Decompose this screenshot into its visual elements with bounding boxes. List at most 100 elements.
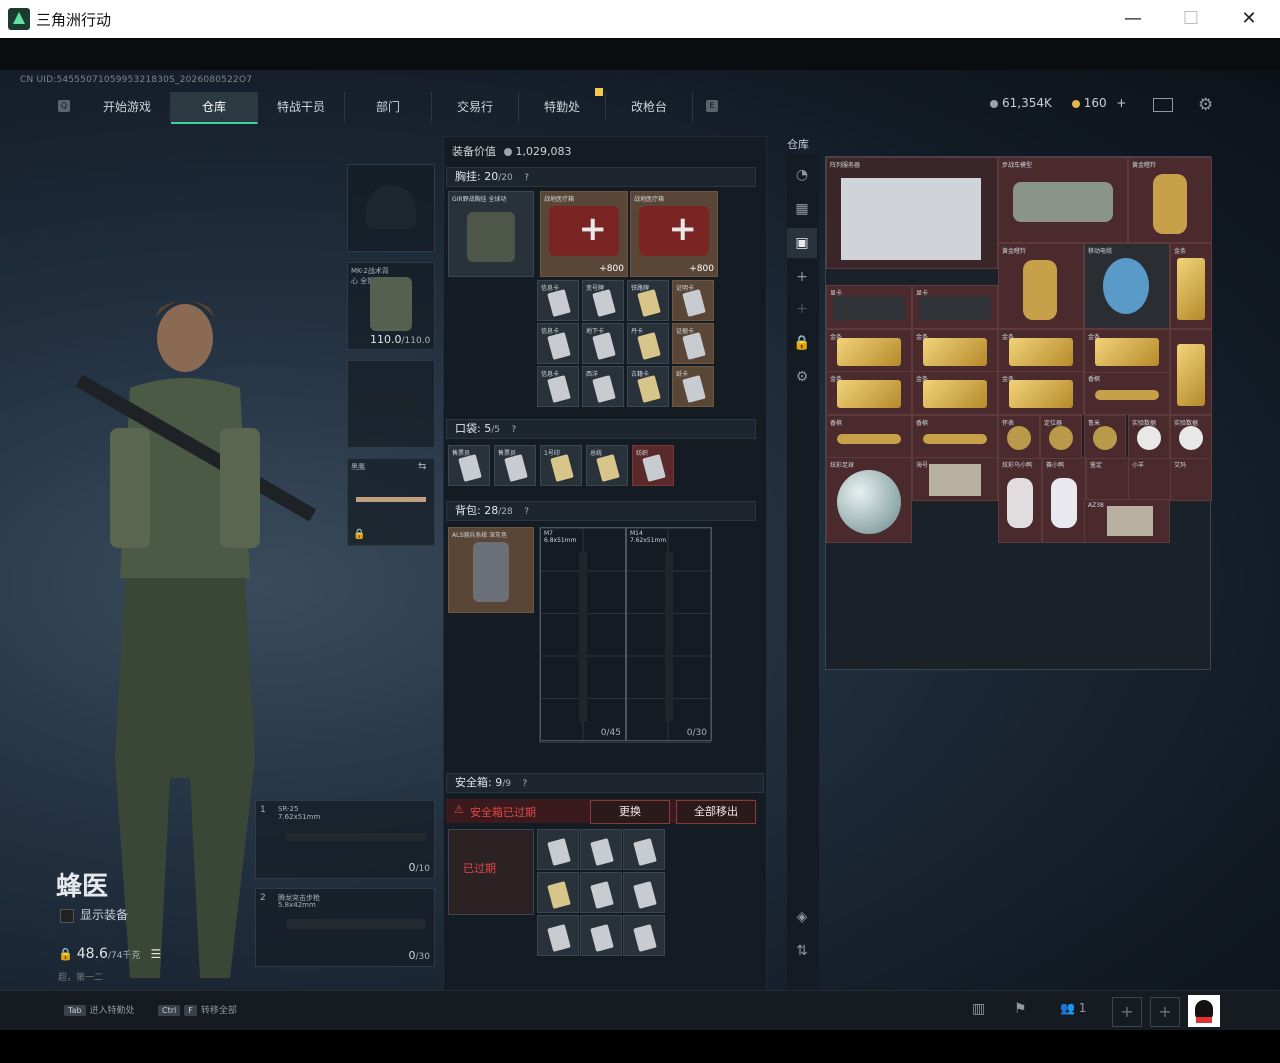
stash-item-duck-1[interactable]: 炫彩乌小鸭 [998,457,1042,543]
friends-icon[interactable]: 👥 1 [1060,1001,1086,1015]
stash-item-soccer-ball[interactable]: 炫彩足球 [826,457,912,543]
chest-card-item[interactable]: 铁路牌 [627,280,669,321]
chest-card-item[interactable]: 变号牌 [582,280,624,321]
add-teammate-button-1[interactable]: + [1112,997,1142,1027]
stash-item-server[interactable]: 阵列服务器 [826,157,998,269]
chest-card-item[interactable]: 信息卡 [537,323,579,364]
chest-rig-item[interactable]: GIR野战胸挂 全球功 [448,191,534,277]
settings-gear-icon[interactable]: ⚙ [1198,95,1213,115]
settings-icon[interactable]: ⚙ [787,362,817,392]
stash-item-appraisal[interactable]: 鉴定 [1086,457,1130,501]
hint-transfer-all[interactable]: Ctrl F 转移全部 [158,1003,237,1016]
move-all-button[interactable]: 全部移出 [676,800,756,824]
nav-prev-key[interactable]: Q [58,100,70,112]
stash-tab-1-icon[interactable]: ◔ [787,160,817,190]
stash-item-gold-bar[interactable]: 金条 [912,371,998,415]
stash-small-item[interactable]: 实验数据 [1128,415,1170,459]
add-teammate-button-2[interactable]: + [1150,997,1180,1027]
safebox-card-item[interactable] [580,872,622,913]
minimize-button[interactable]: — [1118,6,1148,32]
flag-icon[interactable]: ⚑ [1014,1001,1027,1017]
safebox-card-item[interactable] [623,829,665,870]
tab-market[interactable]: 交易行 [432,92,519,122]
chest-card-item[interactable]: 证明卡 [672,280,714,321]
stash-item-az38[interactable]: AZ38 [1084,499,1170,543]
stash-item-gpu-2[interactable]: 显卡 [912,285,998,329]
nav-next-key[interactable]: E [706,100,718,112]
stash-item-gold-gazelle-2[interactable]: 黄金瞪羚 [998,243,1084,329]
tab-special-ops[interactable]: 特勤处 [519,92,606,122]
safebox-card-item[interactable] [580,915,622,956]
chest-card-item[interactable]: 丹卡 [627,323,669,364]
backpack-item[interactable]: ALS骑兵系统 深灰色 [448,527,534,613]
checkbox-icon[interactable] [60,908,74,923]
safebox-card-item[interactable] [580,829,622,870]
safebox-item[interactable]: 已过期 [448,829,534,915]
stash-item-ifv-model[interactable]: 步战车模型 [998,157,1128,243]
tab-warehouse[interactable]: 仓库 [171,92,258,124]
chest-card-item[interactable]: 西洋 [582,366,624,407]
gun-m7-item[interactable]: M7 6.8x51mm 0/45 [540,527,626,741]
stash-item-gold-gazelle[interactable]: 黄金瞪羚 [1128,157,1212,243]
swap-icon[interactable]: ⇆ [418,461,426,472]
close-button[interactable]: ✕ [1234,6,1264,32]
lock-icon[interactable]: 🔒 [787,328,817,358]
hint-enter-special-ops[interactable]: Tab 进入特勤处 [64,1003,135,1016]
add-tab-icon-2[interactable]: + [787,294,817,324]
stash-item-gpu-1[interactable]: 显卡 [826,285,912,329]
stash-item-duck-2[interactable]: 赛小鸭 [1042,457,1086,543]
stash-item-lamb[interactable]: 小羊 [1128,457,1172,501]
safebox-card-item[interactable] [537,872,579,913]
stash-item-emma[interactable]: 艾玛 [1170,457,1212,501]
helmet-slot[interactable] [347,164,435,252]
gun-m14-item[interactable]: M14 7.62x51mm 0/30 [626,527,712,741]
pistol-slot[interactable] [347,360,435,448]
tab-start-game[interactable]: 开始游戏 [84,92,171,122]
armor-slot[interactable]: MK-2战术背心 全钢力 110.0/110.0 [347,262,435,350]
mail-icon[interactable] [1153,98,1173,112]
pocket-item[interactable]: 1号印 [540,445,582,486]
tab-gunsmith[interactable]: 改枪台 [606,92,693,122]
layers-icon[interactable]: ◈ [787,902,817,932]
chest-card-item[interactable]: 古籍卡 [627,366,669,407]
pocket-item[interactable]: 售票员 [494,445,536,486]
stash-tab-3-icon[interactable]: ▣ [787,228,817,258]
med-kit-item-1[interactable]: 战地医疗箱 +800 [540,191,628,277]
med-kit-item-2[interactable]: 战地医疗箱 +800 [630,191,718,277]
stash-small-item[interactable]: 定位器 [1040,415,1082,459]
stash-small-item[interactable]: 鲁米 [1084,415,1126,459]
pocket-item[interactable]: 售票员 [448,445,490,486]
safebox-card-item[interactable] [623,872,665,913]
show-equipment-toggle[interactable]: 显示装备 [60,906,128,923]
tab-operators[interactable]: 特战干员 [258,92,345,122]
stash-item-gold-bar[interactable]: 金条 [998,371,1084,415]
stash-item-champagne-2[interactable]: 香槟 [826,415,912,459]
stash-item-gold-bar[interactable]: 金条 [998,329,1084,373]
stash-item-map[interactable]: 海号 [912,457,998,501]
stash-item-cable-reel[interactable]: 移动电缆 [1084,243,1170,329]
add-currency-button[interactable]: + [1116,96,1126,110]
stash-item-gold-bar[interactable]: 金条 [912,329,998,373]
pocket-item[interactable]: 纺织 [632,445,674,486]
safebox-card-item[interactable] [623,915,665,956]
safebox-card-item[interactable] [537,829,579,870]
stash-item-gold-bar-tall-2[interactable] [1170,329,1212,415]
safebox-card-item[interactable] [537,915,579,956]
secondary-weapon-slot[interactable]: 2 腾龙突击步枪 5.8x42mm 0/30 [255,888,435,967]
chest-card-item[interactable]: 证据卡 [672,323,714,364]
list-icon[interactable]: ☰ [150,947,161,961]
maximize-button[interactable]: ☐ [1176,6,1206,32]
tab-department[interactable]: 部门 [345,92,432,122]
stash-item-gold-bar-tall[interactable]: 金条 [1170,243,1212,329]
stash-small-item[interactable]: 怀表 [998,415,1040,459]
stash-item-gold-bar[interactable]: 金条 [826,371,912,415]
chest-card-item[interactable]: 信息卡 [537,366,579,407]
chest-card-item[interactable]: 地下卡 [582,323,624,364]
melee-slot[interactable]: 黑鹰 ⇆ 🔒 [347,458,435,546]
chest-card-item[interactable]: 纸卡 [672,366,714,407]
primary-weapon-slot[interactable]: 1 SR-25 7.62x51mm 0/10 [255,800,435,879]
add-tab-icon[interactable]: + [787,262,817,292]
stash-item-champagne-3[interactable]: 香槟 [912,415,998,459]
stash-small-item[interactable]: 实验数据 [1170,415,1212,459]
replace-button[interactable]: 更换 [590,800,670,824]
